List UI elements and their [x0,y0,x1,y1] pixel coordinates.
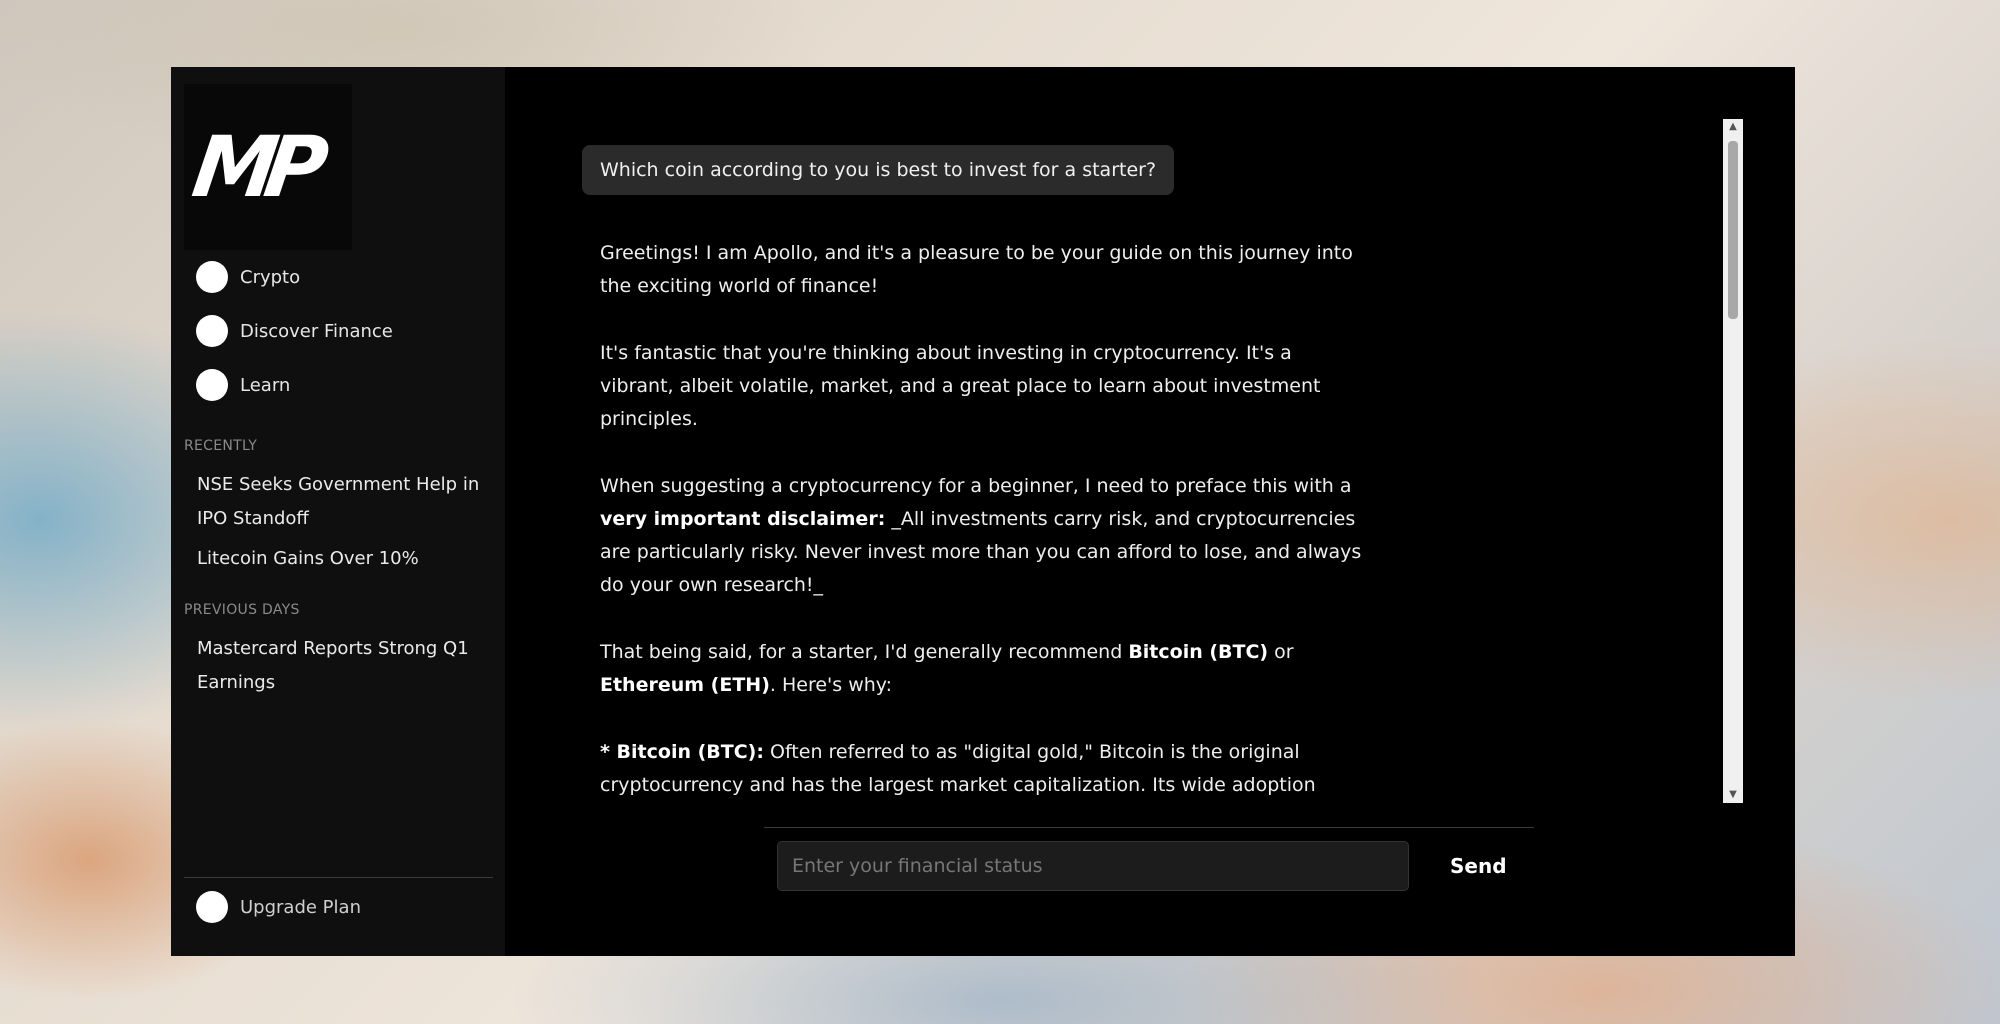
nav-item-learn[interactable]: Learn [184,358,493,412]
history-item[interactable]: Mastercard Reports Strong Q1 Earnings [184,632,493,700]
main-panel: Which coin according to you is best to i… [505,67,1795,956]
financial-status-input[interactable] [777,841,1409,891]
bitcoin-heading-bold: * Bitcoin (BTC): [600,741,764,763]
history-item[interactable]: Litecoin Gains Over 10% [184,542,493,576]
crypto-icon [196,261,228,293]
recently-heading: RECENTLY [184,438,258,454]
learn-icon [196,369,228,401]
history-item[interactable]: NSE Seeks Government Help in IPO Standof… [184,468,493,536]
assistant-paragraph: That being said, for a starter, I'd gene… [600,636,1370,702]
upgrade-icon [196,891,228,923]
nav-label: Learn [240,374,291,396]
chat-area: Which coin according to you is best to i… [505,67,1795,803]
ethereum-bold: Ethereum (ETH) [600,674,770,696]
bitcoin-bold: Bitcoin (BTC) [1128,641,1269,663]
scroll-thumb[interactable] [1728,141,1738,319]
disclaimer-bold: very important disclaimer: [600,508,886,530]
assistant-paragraph: When suggesting a cryptocurrency for a b… [600,470,1370,602]
logo[interactable]: MP [184,84,352,250]
nav-item-crypto[interactable]: Crypto [184,250,493,304]
text-span: When suggesting a cryptocurrency for a b… [600,475,1352,497]
assistant-message: Greetings! I am Apollo, and it's a pleas… [600,237,1370,803]
upgrade-label: Upgrade Plan [240,896,361,918]
discover-finance-icon [196,315,228,347]
send-button[interactable]: Send [1440,841,1517,891]
app-window: MP Crypto Discover Finance Learn RECENTL… [171,67,1795,956]
composer-divider [764,827,1534,828]
nav-label: Discover Finance [240,320,393,342]
assistant-paragraph: It's fantastic that you're thinking abou… [600,342,1321,430]
chat-scrollbar[interactable]: ▲ ▼ [1723,119,1743,803]
assistant-paragraph: * Bitcoin (BTC): Often referred to as "d… [600,736,1370,802]
logo-text: MP [187,118,323,216]
scroll-up-arrow-icon[interactable]: ▲ [1723,119,1743,135]
previous-days-heading: PREVIOUS DAYS [184,602,300,618]
nav-label: Crypto [240,266,301,288]
user-message-bubble: Which coin according to you is best to i… [582,145,1175,195]
text-span: or [1268,641,1294,663]
scroll-down-arrow-icon[interactable]: ▼ [1723,787,1743,803]
upgrade-plan-button[interactable]: Upgrade Plan [196,891,361,923]
text-span: That being said, for a starter, I'd gene… [600,641,1129,663]
text-span: . Here's why: [769,674,893,696]
nav-item-discover-finance[interactable]: Discover Finance [184,304,493,358]
sidebar-divider [184,877,493,878]
assistant-paragraph: Greetings! I am Apollo, and it's a pleas… [600,242,1353,297]
sidebar: MP Crypto Discover Finance Learn RECENTL… [171,67,505,956]
